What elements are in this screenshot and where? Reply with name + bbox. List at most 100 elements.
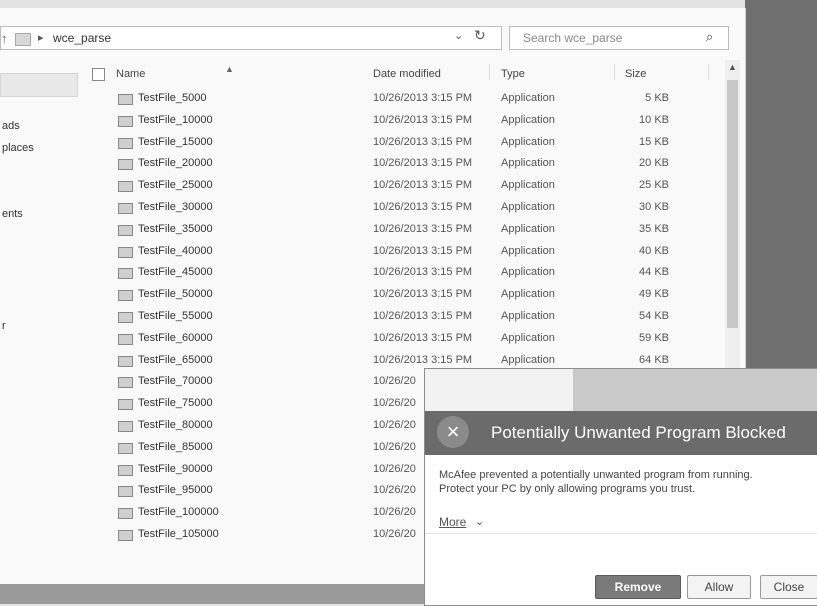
- select-all-checkbox[interactable]: [92, 68, 105, 81]
- file-date-modified: 10/26/2013 3:15 PM: [373, 244, 473, 257]
- application-file-icon: [118, 355, 133, 367]
- file-name: TestFile_10000: [138, 113, 213, 126]
- popup-header-tab: [425, 369, 573, 411]
- application-file-icon: [118, 377, 133, 389]
- file-size: 15 KB: [639, 135, 669, 148]
- application-file-icon: [118, 246, 133, 258]
- file-size: 44 KB: [639, 266, 669, 279]
- table-row[interactable]: TestFile_55000 10/26/2013 3:15 PM Applicat…: [112, 306, 672, 327]
- column-divider[interactable]: [489, 64, 490, 80]
- application-file-icon: [118, 290, 133, 302]
- file-size: 5 KB: [645, 92, 669, 104]
- search-icon[interactable]: ⌕: [706, 29, 713, 45]
- chevron-right-icon[interactable]: ▸: [38, 31, 44, 44]
- column-header-size[interactable]: Size: [625, 68, 646, 80]
- file-name: TestFile_75000: [138, 397, 213, 410]
- nav-item-computer[interactable]: r: [2, 320, 6, 332]
- file-name: TestFile_30000: [138, 201, 213, 213]
- table-row[interactable]: TestFile_10000 10/26/2013 3:15 PM Applicat…: [112, 110, 672, 131]
- search-input[interactable]: Search wce_parse ⌕: [509, 26, 729, 50]
- folder-icon: [15, 33, 31, 46]
- popup-message-line-1: McAfee prevented a potentially unwanted …: [439, 469, 753, 481]
- file-size: 64 KB: [639, 353, 669, 366]
- column-divider[interactable]: [708, 64, 709, 80]
- file-size: 25 KB: [639, 179, 669, 192]
- table-row[interactable]: TestFile_50000 10/26/2013 3:15 PM Applicat…: [112, 284, 672, 305]
- breadcrumb-folder[interactable]: wce_parse: [53, 31, 111, 45]
- file-type: Application: [501, 288, 555, 301]
- nav-selected-item[interactable]: [0, 73, 78, 97]
- allow-button[interactable]: Allow: [687, 575, 751, 599]
- file-name: TestFile_15000: [138, 135, 213, 148]
- file-size: 30 KB: [639, 201, 669, 213]
- file-type: Application: [501, 266, 555, 279]
- table-row[interactable]: TestFile_20000 10/26/2013 3:15 PM Applicat…: [112, 153, 672, 174]
- table-row[interactable]: TestFile_5000 10/26/2013 3:15 PM Applicati…: [112, 88, 672, 109]
- file-name: TestFile_70000: [138, 375, 213, 388]
- application-file-icon: [118, 224, 133, 236]
- file-type: Application: [501, 135, 555, 148]
- close-icon[interactable]: ×: [437, 416, 469, 448]
- scrollbar-thumb[interactable]: [727, 80, 738, 328]
- file-date-modified: 10/26/20: [373, 484, 416, 497]
- file-date-modified: 10/26/2013 3:15 PM: [373, 288, 473, 301]
- file-date-modified: 10/26/2013 3:15 PM: [373, 331, 473, 344]
- remove-button[interactable]: Remove: [595, 575, 681, 599]
- application-file-icon: [118, 312, 133, 323]
- file-name: TestFile_55000: [138, 310, 213, 322]
- file-date-modified: 10/26/20: [373, 506, 416, 519]
- file-date-modified: 10/26/2013 3:15 PM: [373, 353, 473, 366]
- popup-title: Potentially Unwanted Program Blocked: [491, 423, 786, 442]
- refresh-icon[interactable]: ↻: [474, 27, 486, 44]
- column-header-name[interactable]: Name: [116, 68, 145, 80]
- chevron-down-icon[interactable]: ⌄: [454, 29, 463, 42]
- address-bar[interactable]: ↑ ▸ wce_parse: [0, 26, 502, 50]
- file-type: Application: [501, 157, 555, 170]
- nav-item-recent-places[interactable]: places: [2, 142, 34, 154]
- file-date-modified: 10/26/20: [373, 462, 416, 475]
- file-name: TestFile_65000: [138, 353, 213, 366]
- application-file-icon: [118, 508, 133, 520]
- file-name: TestFile_45000: [138, 266, 213, 279]
- file-date-modified: 10/26/20: [373, 440, 416, 453]
- table-row[interactable]: TestFile_15000 10/26/2013 3:15 PM Applicat…: [112, 132, 672, 153]
- table-row[interactable]: TestFile_25000 10/26/2013 3:15 PM Applicat…: [112, 175, 672, 196]
- scroll-up-arrow-icon[interactable]: ▲: [728, 62, 737, 72]
- search-placeholder: Search wce_parse: [523, 31, 623, 45]
- file-size: 20 KB: [639, 157, 669, 170]
- table-row[interactable]: TestFile_35000 10/26/2013 3:15 PM Applicat…: [112, 219, 672, 240]
- file-date-modified: 10/26/2013 3:15 PM: [373, 157, 473, 170]
- file-date-modified: 10/26/2013 3:15 PM: [373, 222, 473, 235]
- column-header-date-modified[interactable]: Date modified: [373, 68, 441, 80]
- application-file-icon: [118, 137, 133, 149]
- table-row[interactable]: TestFile_30000 10/26/2013 3:15 PM Applicat…: [112, 197, 672, 218]
- up-arrow-icon[interactable]: ↑: [1, 31, 8, 46]
- application-file-icon: [118, 268, 133, 280]
- column-header-type[interactable]: Type: [501, 68, 525, 80]
- close-button[interactable]: Close: [760, 575, 817, 599]
- file-type: Application: [501, 179, 555, 192]
- table-row[interactable]: TestFile_40000 10/26/2013 3:15 PM Applicat…: [112, 241, 672, 262]
- sort-ascending-icon: ▲: [225, 64, 234, 74]
- application-file-icon: [118, 181, 133, 193]
- divider: [425, 533, 817, 534]
- file-date-modified: 10/26/2013 3:15 PM: [373, 92, 473, 104]
- file-date-modified: 10/26/2013 3:15 PM: [373, 113, 473, 126]
- popup-message-line-2: Protect your PC by only allowing program…: [439, 483, 696, 495]
- column-divider[interactable]: [614, 64, 615, 80]
- popup-title-bar: × Potentially Unwanted Program Blocked: [425, 411, 817, 455]
- nav-item-documents[interactable]: ents: [2, 208, 23, 220]
- application-file-icon: [118, 203, 133, 214]
- more-link[interactable]: More: [439, 515, 466, 529]
- file-date-modified: 10/26/20: [373, 397, 416, 410]
- file-size: 54 KB: [639, 310, 669, 322]
- file-size: 49 KB: [639, 288, 669, 301]
- file-name: TestFile_80000: [138, 419, 213, 431]
- chevron-down-icon[interactable]: ⌄: [475, 515, 484, 528]
- table-row[interactable]: TestFile_45000 10/26/2013 3:15 PM Applicat…: [112, 262, 672, 283]
- table-row[interactable]: TestFile_60000 10/26/2013 3:15 PM Applicat…: [112, 328, 672, 349]
- application-file-icon: [118, 530, 133, 541]
- file-name: TestFile_35000: [138, 222, 213, 235]
- file-size: 59 KB: [639, 331, 669, 344]
- nav-item-downloads[interactable]: ads: [2, 120, 20, 132]
